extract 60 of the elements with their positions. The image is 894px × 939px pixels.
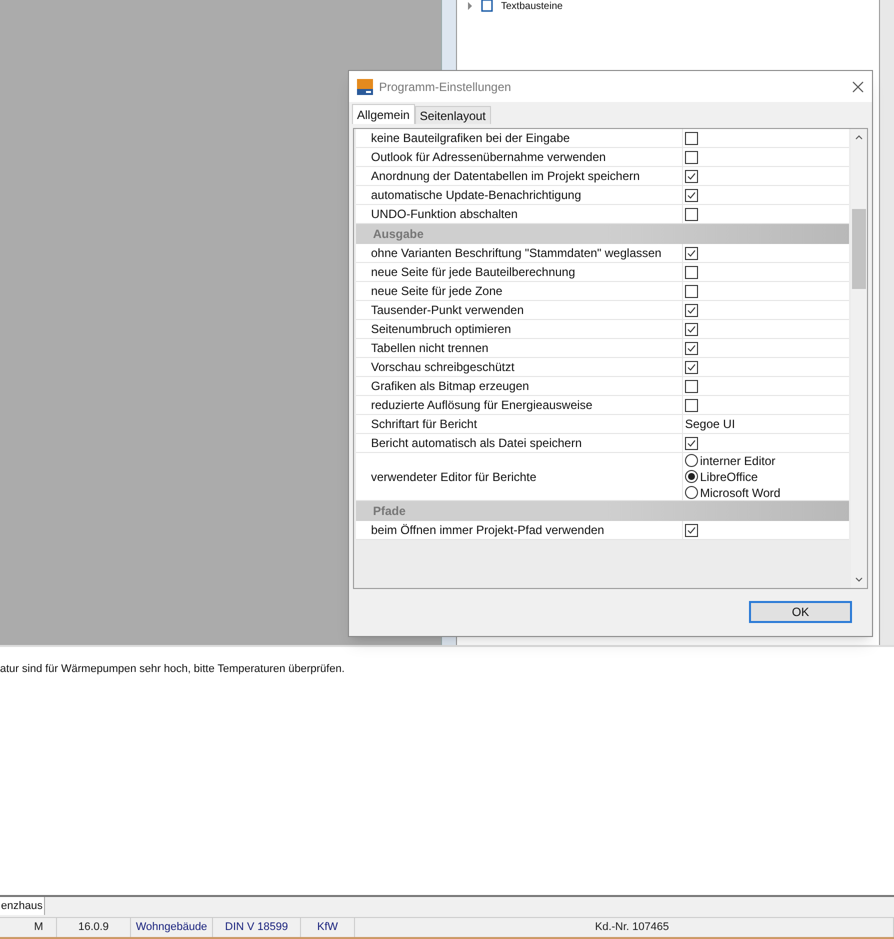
- section-header: Ausgabe: [356, 224, 849, 244]
- setting-label: Tabellen nicht trennen: [371, 340, 488, 357]
- setting-label: ohne Varianten Beschriftung "Stammdaten" weglassen: [371, 245, 662, 262]
- dialog-title: Programm-Einstellungen: [379, 78, 512, 96]
- setting-label: Tausender-Punkt verwenden: [371, 302, 524, 319]
- checkbox[interactable]: [685, 132, 698, 144]
- app-logo-icon: [357, 78, 373, 94]
- tab[interactable]: enzhaus: [0, 897, 45, 915]
- setting-label: Vorschau schreibgeschützt: [371, 359, 514, 376]
- setting-label: Schriftart für Bericht: [371, 416, 478, 433]
- checkbox[interactable]: [685, 266, 698, 278]
- status-cell: M: [0, 918, 57, 937]
- section-header: Pfade: [356, 501, 849, 521]
- expand-arrow-icon[interactable]: [467, 2, 473, 10]
- setting-label: automatische Update-Benachrichtigung: [371, 187, 582, 204]
- checkbox[interactable]: [685, 188, 698, 202]
- checkbox[interactable]: [685, 322, 698, 336]
- radio-button[interactable]: [685, 486, 698, 499]
- checkbox[interactable]: [685, 342, 698, 354]
- setting-label: reduzierte Auflösung für Energieausweise: [371, 397, 592, 414]
- setting-label: neue Seite für jede Zone: [371, 283, 502, 300]
- checkbox[interactable]: [685, 524, 698, 536]
- setting-label: Outlook für Adressenübernahme verwenden: [371, 149, 606, 166]
- status-cell: 16.0.9: [57, 918, 131, 937]
- close-icon[interactable]: [852, 80, 864, 92]
- setting-label: UNDO-Funktion abschalten: [371, 206, 518, 223]
- setting-label: keine Bauteilgrafiken bei der Eingabe: [371, 130, 570, 147]
- checkbox[interactable]: [685, 380, 698, 392]
- checkbox[interactable]: [685, 150, 698, 164]
- radio-label: Microsoft Word: [700, 484, 780, 502]
- checkbox[interactable]: [685, 360, 698, 374]
- radio-button[interactable]: [685, 454, 698, 467]
- setting-label: verwendeter Editor für Berichte: [371, 468, 536, 486]
- radio-label: LibreOffice: [700, 468, 758, 486]
- setting-label: Anordnung der Datentabellen im Projekt speichern: [371, 168, 640, 185]
- radio-label: interner Editor: [700, 452, 776, 470]
- setting-label: Seitenumbruch optimieren: [371, 321, 512, 338]
- setting-label: Bericht automatisch als Datei speichern: [371, 435, 582, 452]
- radio-button[interactable]: [685, 470, 698, 483]
- status-cell[interactable]: KfW: [301, 918, 355, 937]
- checkbox[interactable]: [685, 436, 698, 450]
- setting-label: neue Seite für jede Bauteilberechnung: [371, 264, 576, 281]
- checkbox[interactable]: [685, 398, 698, 412]
- status-cell: Kd.-Nr. 107465: [355, 918, 894, 937]
- setting-value: Segoe UI: [685, 416, 736, 433]
- setting-label: Grafiken als Bitmap erzeugen: [371, 378, 530, 395]
- setting-label: beim Öffnen immer Projekt-Pfad verwenden: [371, 522, 604, 539]
- checkbox[interactable]: [685, 170, 698, 182]
- tab[interactable]: Allgemein: [352, 104, 415, 124]
- checkbox[interactable]: [685, 284, 698, 298]
- checkbox[interactable]: [685, 246, 698, 260]
- checkbox[interactable]: [685, 208, 698, 220]
- tree-item[interactable]: Textbausteine: [501, 0, 563, 12]
- message-text: atur sind für Wärmepumpen sehr hoch, bitte Temperaturen überprüfen.: [0, 662, 346, 677]
- tab[interactable]: Seitenlayout: [414, 106, 491, 124]
- checkbox[interactable]: [685, 304, 698, 316]
- status-cell[interactable]: DIN V 18599: [213, 918, 301, 937]
- ok-button[interactable]: OK: [749, 601, 852, 623]
- scrollbar-thumb[interactable]: [852, 209, 866, 289]
- status-cell[interactable]: Wohngebäude: [131, 918, 213, 937]
